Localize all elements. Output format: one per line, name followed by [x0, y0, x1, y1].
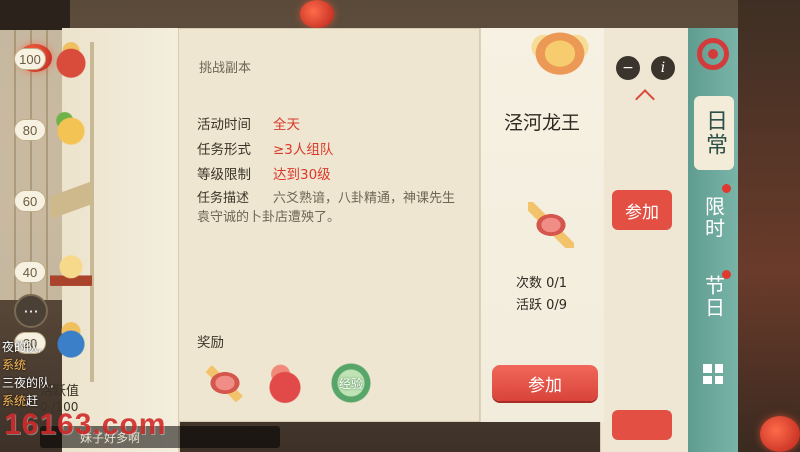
- info-value: ≥3人组队: [273, 142, 334, 158]
- milestone-40-value: 40: [14, 261, 46, 283]
- info-row-form: 任务形式 ≥3人组队: [197, 138, 333, 158]
- chat-line: 系统赶: [2, 394, 39, 408]
- info-row-time: 活动时间 全天: [197, 113, 300, 133]
- boss-count: 次数 0/1: [516, 276, 568, 291]
- crystal-icon[interactable]: [203, 361, 247, 405]
- desc-label: 任务描述: [197, 191, 250, 206]
- flame-stone-icon[interactable]: [263, 361, 307, 405]
- fruit-icon[interactable]: [50, 108, 92, 150]
- tab-daily[interactable]: 日常: [694, 96, 734, 170]
- chat-line: 系统: [2, 358, 27, 372]
- task-description: 任务描述 六爻熟谙，八卦精通，神课先生袁守诚的卜卦店遭殃了。: [197, 189, 467, 227]
- info-row-level: 等级限制 达到30级: [197, 163, 331, 183]
- target-icon[interactable]: [692, 28, 734, 80]
- list-join-button-lower[interactable]: [612, 410, 672, 440]
- info-label: 活动时间: [197, 117, 251, 133]
- reward-label: 奖励: [197, 335, 224, 351]
- boss-crystal-icon: [528, 202, 574, 248]
- minimize-button[interactable]: −: [616, 56, 640, 80]
- grid-menu-icon[interactable]: [703, 364, 723, 384]
- info-value: 达到30级: [273, 167, 331, 183]
- list-join-button[interactable]: 参加: [612, 190, 672, 230]
- boss-activity: 活跃 0/9: [516, 298, 568, 313]
- info-label: 等级限制: [197, 167, 251, 183]
- limited-notice-dot: [722, 184, 731, 193]
- info-value: 全天: [273, 117, 300, 133]
- info-button[interactable]: i: [651, 56, 675, 80]
- boss-portrait-icon: [520, 28, 600, 92]
- scroll-icon[interactable]: [50, 179, 92, 221]
- info-label: 任务形式: [197, 142, 251, 158]
- tab-limited[interactable]: 限时: [694, 188, 734, 248]
- chat-bubble-icon[interactable]: ···: [14, 294, 48, 328]
- festival-notice-dot: [722, 270, 731, 279]
- boss-name: 泾河龙王: [503, 112, 580, 134]
- milestone-100-value: 100: [14, 48, 46, 70]
- popup-title: 挑战副本: [199, 61, 252, 76]
- chat-line: 夜的队,: [2, 340, 42, 354]
- join-button[interactable]: 参加: [492, 365, 598, 401]
- milestone-60-value: 60: [14, 190, 46, 212]
- tab-festival[interactable]: 节日: [694, 272, 734, 322]
- pouch-icon[interactable]: [50, 38, 92, 80]
- instance-detail-popup: 挑战副本 活动时间 全天 任务形式 ≥3人组队 等级限制 达到30级 任务描述 六爻熟谙…: [178, 28, 480, 422]
- milestone-80-value: 80: [14, 119, 46, 141]
- orb-icon[interactable]: [50, 250, 92, 292]
- site-watermark: 16163.com: [4, 408, 167, 441]
- exp-icon[interactable]: 经验: [331, 363, 371, 403]
- activity-value-label: 活跃值: [40, 384, 80, 399]
